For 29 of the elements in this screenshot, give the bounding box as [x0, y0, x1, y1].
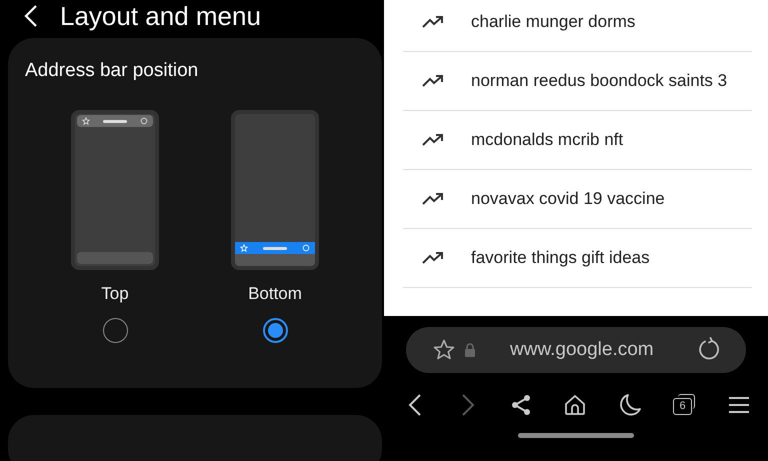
- radio-button[interactable]: [102, 318, 128, 343]
- trending-icon: [422, 192, 444, 206]
- section-title: Address bar position: [25, 60, 200, 82]
- phone-preview[interactable]: [231, 110, 319, 270]
- suggestion-item[interactable]: novavax covid 19 vaccine: [403, 170, 752, 229]
- trending-icon: [422, 133, 444, 147]
- chevron-left-icon: [407, 393, 423, 417]
- star-icon: [432, 338, 456, 362]
- suggestion-item[interactable]: mcdonalds mcrib nft: [403, 111, 752, 170]
- option-label: Bottom: [248, 284, 302, 304]
- home-icon: [563, 393, 587, 417]
- chevron-right-icon: [460, 393, 476, 417]
- trending-icon: [422, 74, 444, 88]
- back-icon: [24, 4, 38, 28]
- moon-icon: [618, 393, 642, 417]
- radio-button[interactable]: [262, 318, 288, 343]
- address-bar[interactable]: www.google.com: [406, 327, 746, 373]
- trending-icon: [422, 15, 444, 29]
- suggestion-item[interactable]: charlie munger dorms: [403, 0, 752, 52]
- page-title: Layout and menu: [60, 0, 261, 32]
- menu-icon: [728, 395, 750, 415]
- tabs-button[interactable]: 6: [669, 385, 701, 425]
- share-icon: [510, 394, 532, 416]
- trending-icon: [422, 251, 444, 265]
- lock-icon: [464, 343, 476, 357]
- suggestion-item[interactable]: norman reedus boondock saints 3: [403, 52, 752, 111]
- suggestion-item[interactable]: favorite things gift ideas: [403, 229, 752, 288]
- option-label: Top: [101, 284, 129, 304]
- url-text: www.google.com: [510, 339, 655, 361]
